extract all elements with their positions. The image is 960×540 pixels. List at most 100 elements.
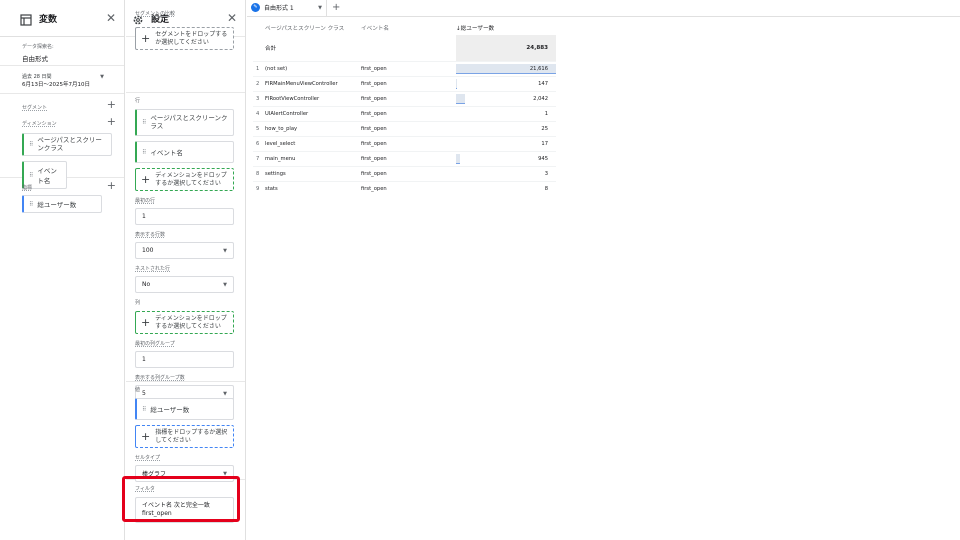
table-row[interactable]: 4 UIAlertController first_open 1 [253,105,556,121]
row-number: 4 [253,105,265,121]
cell-type-label: セルタイプ [135,455,161,461]
table-row[interactable]: 5 how_to_play first_open 25 [253,120,556,136]
dimensions-section: ディメンション + ⠿ ページパスとスクリーンクラス ⠿ イベント名 [0,115,124,189]
plus-icon: + [141,32,151,45]
row-drop-zone[interactable]: + ディメンションをドロップするか選択してください [135,168,234,191]
variables-panel: 変数 ✕ データ探索名: 自由形式 過去 28 日間 6月13日～2025年7月… [0,0,125,540]
value-chip-total-users[interactable]: ⠿ 総ユーザー数 [135,398,234,420]
row-number: 2 [253,75,265,91]
add-tab-button[interactable]: + [327,0,345,16]
chevron-down-icon[interactable]: ▼ [318,5,322,11]
row-page-path: (not set) [265,60,361,76]
values-section: 値 ⠿ 総ユーザー数 + 指標をドロップするか選択してください セルタイプ 棒グ… [126,382,245,482]
filter-chip[interactable]: イベント名 次と完全一致 first_open [135,497,234,523]
table-row[interactable]: 7 main_menu first_open 945 [253,150,556,166]
dimension-chip-page-path[interactable]: ⠿ ページパスとスクリーンクラス [22,133,112,156]
drag-handle-icon[interactable]: ⠿ [142,149,146,156]
nested-rows-label: ネストされた行 [135,266,171,272]
start-col-group-input[interactable]: 1 [135,351,234,368]
metric-drop-zone[interactable]: + 指標をドロップするか選択してください [135,425,234,448]
plus-icon: + [141,430,151,443]
show-rows-select[interactable]: 100 ▼ [135,242,234,259]
row-page-path: FIRootViewController [265,90,361,106]
exploration-name-section: データ探索名: 自由形式 [0,37,124,66]
show-col-groups-label: 表示する列グループ数 [135,375,185,381]
date-range-picker[interactable]: 6月13日～2025年7月10日 [22,80,116,88]
row-event-name: first_open [361,105,456,121]
tab-bar: ✎ 自由形式 1 ▼ + [247,0,960,17]
row-page-path: level_select [265,135,361,151]
drag-handle-icon[interactable]: ⠿ [29,141,33,148]
date-range-section: 過去 28 日間 6月13日～2025年7月10日 ▼ [0,66,124,94]
columns-label: 列 [135,300,141,306]
segments-section: セグメント + [0,94,124,116]
variables-title: 変数 [39,14,58,25]
table-row[interactable]: 9 stats first_open 8 [253,180,556,196]
total-label: 合計 [265,35,361,61]
drag-handle-icon[interactable]: ⠿ [29,201,33,208]
chevron-down-icon[interactable]: ▼ [100,74,104,80]
value-bar [456,153,460,164]
row-event-name: first_open [361,135,456,151]
dimensions-label: ディメンション [22,121,57,127]
row-chip-event-name[interactable]: ⠿ イベント名 [135,141,234,163]
start-row-input[interactable]: 1 [135,208,234,225]
plus-icon: + [141,316,151,329]
row-number: 9 [253,180,265,196]
add-dimension-icon[interactable]: + [107,115,116,128]
row-total-users: 17 [456,135,556,151]
value-bar [456,78,457,89]
chevron-down-icon: ▼ [223,470,227,477]
metrics-label: 指標 [22,185,33,191]
row-total-users: 945 [456,150,556,166]
row-total-users: 2,042 [456,90,556,106]
table-row[interactable]: 3 FIRootViewController first_open 2,042 [253,90,556,106]
row-total-users: 8 [456,180,556,196]
plus-icon: + [141,173,151,186]
row-page-path: how_to_play [265,120,361,136]
header-event-name[interactable]: イベント名 [361,20,456,35]
add-segment-icon[interactable]: + [107,98,116,111]
row-event-name: first_open [361,75,456,91]
settings-panel: 設定 ✕ セグメントの比較 + セグメントをドロップするか選択してください 行 … [126,0,246,540]
row-page-path: FIRMainMenuViewController [265,75,361,91]
filter-label: フィルタ [135,486,155,492]
tab-freeform-1[interactable]: ✎ 自由形式 1 ▼ [247,0,327,16]
exploration-name-input[interactable]: 自由形式 [22,53,116,63]
exploration-name-label: データ探索名: [22,44,54,50]
row-number: 6 [253,135,265,151]
segment-drop-zone[interactable]: + セグメントをドロップするか選択してください [135,27,234,50]
results-table: ページパスとスクリーン クラス イベント名 ↓総ユーザー数 合計 24,883 … [253,20,556,196]
drag-handle-icon[interactable]: ⠿ [142,406,146,413]
values-label: 値 [135,387,141,393]
add-metric-icon[interactable]: + [107,179,116,192]
chevron-down-icon: ▼ [223,281,227,288]
close-icon[interactable]: ✕ [104,11,118,25]
rows-label: 行 [135,98,141,104]
drag-handle-icon[interactable]: ⠿ [142,119,146,126]
chevron-down-icon: ▼ [223,247,227,254]
table-row[interactable]: 6 level_select first_open 17 [253,135,556,151]
metric-chip-total-users[interactable]: ⠿ 総ユーザー数 [22,195,102,213]
column-drop-zone[interactable]: + ディメンションをドロップするか選択してください [135,311,234,334]
table-row[interactable]: 1 (not set) first_open 21,616 [253,60,556,76]
table-row[interactable]: 2 FIRMainMenuViewController first_open 147 [253,75,556,91]
variables-header: 変数 ✕ [0,0,124,37]
filter-section: フィルタ イベント名 次と完全一致 first_open [126,480,245,523]
table-row[interactable]: 8 settings first_open 3 [253,165,556,181]
row-chip-page-path[interactable]: ⠿ ページパスとスクリーンクラス [135,109,234,136]
row-page-path: stats [265,180,361,196]
rows-section: 行 ⠿ ページパスとスクリーンクラス ⠿ イベント名 + ディメンションをドロッ… [126,93,245,402]
header-page-path[interactable]: ページパスとスクリーン クラス [265,20,361,35]
canvas: ✎ 自由形式 1 ▼ + ページパスとスクリーン クラス イベント名 ↓総ユーザ… [247,0,960,540]
row-number: 1 [253,60,265,76]
row-event-name: first_open [361,180,456,196]
nested-rows-select[interactable]: No ▼ [135,276,234,293]
show-rows-label: 表示する行数 [135,232,166,238]
row-event-name: first_open [361,150,456,166]
row-number: 3 [253,90,265,106]
row-number: 5 [253,120,265,136]
row-total-users: 25 [456,120,556,136]
row-event-name: first_open [361,60,456,76]
header-total-users[interactable]: ↓総ユーザー数 [456,20,556,35]
